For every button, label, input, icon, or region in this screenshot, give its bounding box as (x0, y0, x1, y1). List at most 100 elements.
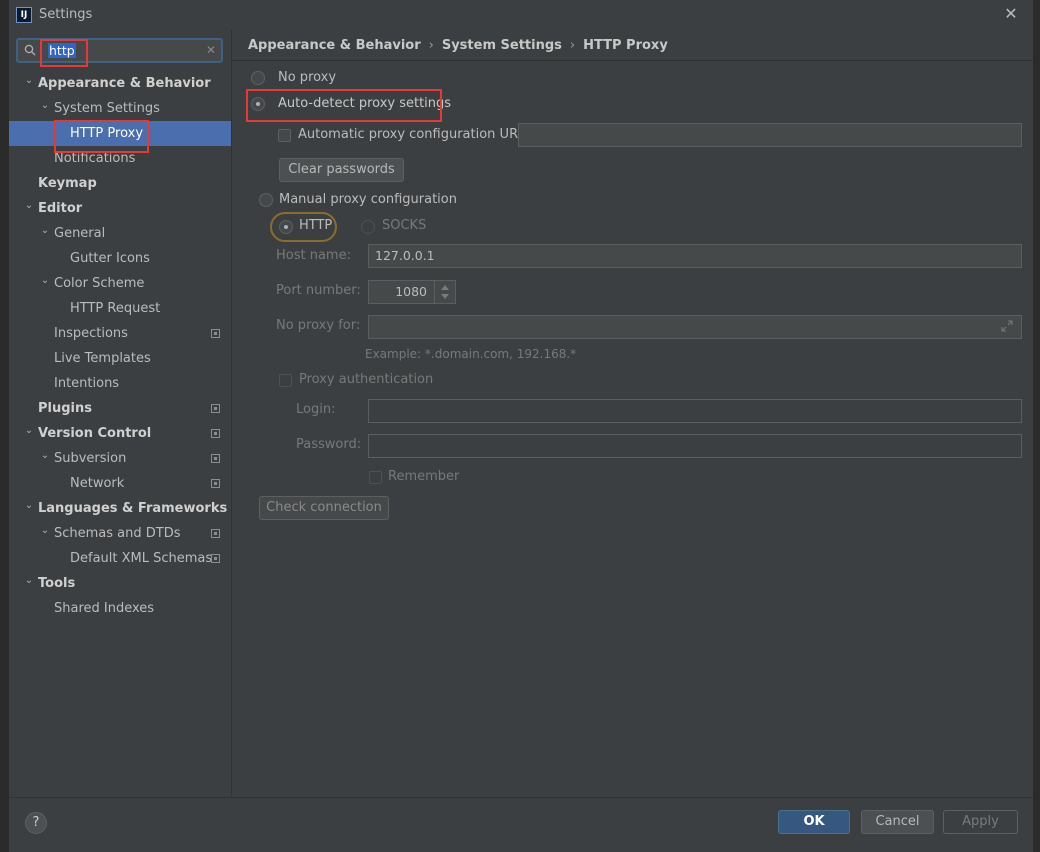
tree-item-inspections[interactable]: Inspections (9, 321, 231, 346)
breadcrumb-item[interactable]: Appearance & Behavior (248, 38, 421, 53)
socks-label: SOCKS (382, 218, 427, 233)
proxy-auth-checkbox[interactable] (279, 374, 292, 387)
project-level-icon (211, 554, 220, 563)
auto-detect-label: Auto-detect proxy settings (278, 96, 452, 111)
http-label: HTTP (299, 218, 333, 233)
chevron-down-icon[interactable]: ⌄ (39, 221, 51, 240)
host-name-input[interactable]: 127.0.0.1 (368, 244, 1022, 268)
manual-proxy-label: Manual proxy configuration (279, 192, 457, 207)
tree-item-label: Notifications (54, 151, 136, 166)
auto-config-url-label: Automatic proxy configuration URL: (298, 127, 530, 142)
tree-item-plugins[interactable]: Plugins (9, 396, 231, 421)
login-input[interactable] (368, 399, 1022, 423)
login-label: Login: (296, 402, 336, 417)
chevron-down-icon[interactable]: ⌄ (39, 446, 51, 465)
chevron-down-icon[interactable]: ⌄ (23, 196, 35, 215)
project-level-icon (211, 529, 220, 538)
auto-config-url-checkbox[interactable] (278, 129, 291, 142)
clear-search-icon[interactable]: ✕ (204, 43, 218, 57)
http-radio[interactable] (279, 220, 293, 234)
tree-item-label: Inspections (54, 326, 128, 341)
breadcrumb-item[interactable]: System Settings (442, 38, 562, 53)
tree-item-label: HTTP Request (70, 301, 161, 316)
tree-item-appearance-behavior[interactable]: ⌄ Appearance & Behavior (9, 71, 231, 96)
tree-item-general[interactable]: ⌄ General (9, 221, 231, 246)
chevron-down-icon[interactable]: ⌄ (39, 521, 51, 540)
breadcrumb-item: HTTP Proxy (583, 38, 668, 53)
tree-item-live-templates[interactable]: Live Templates (9, 346, 231, 371)
tree-item-keymap[interactable]: Keymap (9, 171, 231, 196)
tree-item-label: Intentions (54, 376, 120, 391)
spinner-up-icon[interactable] (441, 285, 449, 290)
dialog-footer: ? OK Cancel Apply (9, 797, 1033, 852)
tree-item-languages-frameworks[interactable]: ⌄ Languages & Frameworks (9, 496, 231, 521)
project-level-icon (211, 479, 220, 488)
tree-item-default-xml-schemas[interactable]: Default XML Schemas (9, 546, 231, 571)
tree-item-label: Gutter Icons (70, 251, 150, 266)
tree-item-label: System Settings (54, 101, 160, 116)
spinner-down-icon[interactable] (441, 294, 449, 299)
tree-item-version-control[interactable]: ⌄ Version Control (9, 421, 231, 446)
tree-item-label: Keymap (38, 176, 97, 191)
breadcrumb-separator: › (569, 38, 576, 53)
apply-button[interactable]: Apply (943, 810, 1018, 834)
close-icon[interactable]: ✕ (1001, 4, 1021, 24)
auto-config-url-input[interactable] (518, 123, 1022, 147)
settings-dialog: IJ Settings ✕ http ✕ ⌄ Appearance & Behav… (8, 0, 1033, 852)
tree-item-gutter-icons[interactable]: Gutter Icons (9, 246, 231, 271)
socks-radio[interactable] (361, 220, 375, 234)
password-input[interactable] (368, 434, 1022, 458)
tree-item-subversion[interactable]: ⌄ Subversion (9, 446, 231, 471)
tree-item-label: Live Templates (54, 351, 151, 366)
project-level-icon (211, 454, 220, 463)
tree-item-shared-indexes[interactable]: Shared Indexes (9, 596, 231, 621)
tree-item-color-scheme[interactable]: ⌄ Color Scheme (9, 271, 231, 296)
help-icon[interactable]: ? (25, 812, 47, 834)
tree-item-label: Appearance & Behavior (38, 76, 211, 91)
tree-item-label: Editor (38, 201, 83, 216)
no-proxy-label: No proxy (278, 70, 337, 85)
project-level-icon (211, 429, 220, 438)
cancel-button[interactable]: Cancel (861, 810, 934, 834)
tree-item-http-proxy[interactable]: HTTP Proxy (9, 121, 231, 146)
tree-item-schemas-and-dtds[interactable]: ⌄ Schemas and DTDs (9, 521, 231, 546)
expand-field-icon[interactable] (1001, 320, 1013, 332)
tree-item-label: General (54, 226, 106, 241)
check-connection-button[interactable]: Check connection (259, 496, 389, 520)
port-number-label: Port number: (276, 283, 361, 298)
breadcrumb-separator: › (428, 38, 434, 53)
settings-search-input[interactable]: http ✕ (16, 38, 223, 63)
remember-checkbox[interactable] (369, 471, 382, 484)
tree-item-intentions[interactable]: Intentions (9, 371, 231, 396)
tree-item-label: Default XML Schemas (70, 551, 213, 566)
clear-passwords-button[interactable]: Clear passwords (279, 158, 404, 182)
no-proxy-radio[interactable] (251, 71, 265, 85)
chevron-down-icon[interactable]: ⌄ (23, 421, 35, 440)
tree-item-system-settings[interactable]: ⌄ System Settings (9, 96, 231, 121)
no-proxy-example-text: Example: *.domain.com, 192.168.* (365, 347, 577, 361)
tree-item-label: Shared Indexes (54, 601, 155, 616)
no-proxy-for-input[interactable] (368, 315, 1022, 339)
tree-item-http-request[interactable]: HTTP Request (9, 296, 231, 321)
manual-proxy-radio[interactable] (259, 193, 273, 207)
chevron-down-icon[interactable]: ⌄ (23, 71, 35, 90)
settings-tree-panel: http ✕ ⌄ Appearance & Behavior ⌄ System Set… (9, 30, 231, 797)
port-spinner[interactable] (434, 281, 456, 303)
chevron-down-icon[interactable]: ⌄ (39, 96, 51, 115)
tree-item-label: Version Control (38, 426, 152, 441)
breadcrumb: Appearance & Behavior › System Settings › HT… (248, 38, 668, 53)
tree-item-editor[interactable]: ⌄ Editor (9, 196, 231, 221)
chevron-down-icon[interactable]: ⌄ (39, 271, 51, 290)
tree-item-tools[interactable]: ⌄ Tools (9, 571, 231, 596)
chevron-down-icon[interactable]: ⌄ (23, 571, 35, 590)
tree-item-label: Tools (38, 576, 76, 591)
ok-button[interactable]: OK (778, 810, 850, 834)
search-query-text: http (48, 43, 76, 58)
background-ide-strip (1032, 0, 1040, 852)
tree-item-network[interactable]: Network (9, 471, 231, 496)
tree-item-label: Plugins (38, 401, 92, 416)
project-level-icon (211, 404, 220, 413)
auto-detect-radio[interactable] (251, 97, 265, 111)
tree-item-notifications[interactable]: Notifications (9, 146, 231, 171)
chevron-down-icon[interactable]: ⌄ (23, 496, 35, 515)
